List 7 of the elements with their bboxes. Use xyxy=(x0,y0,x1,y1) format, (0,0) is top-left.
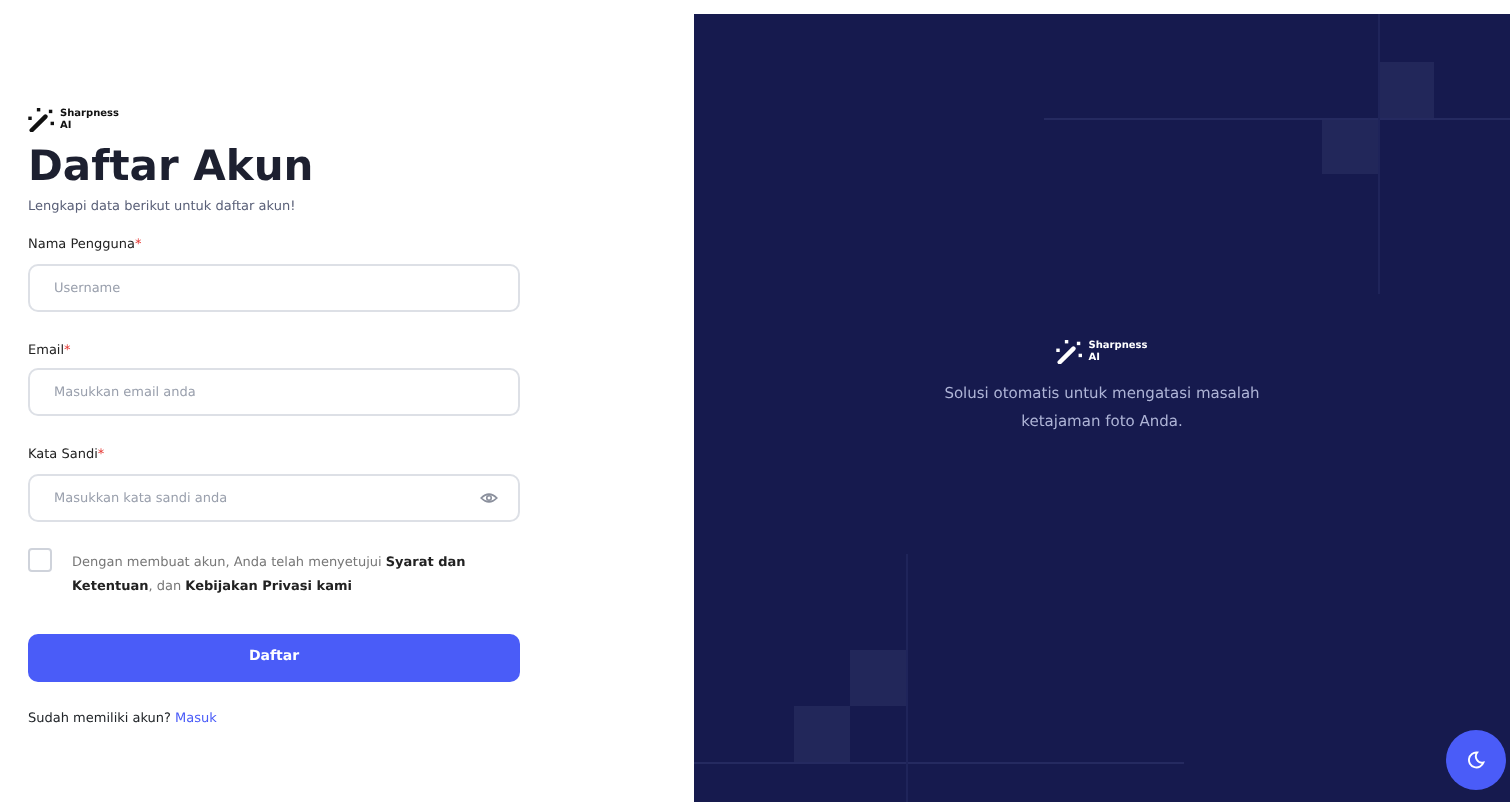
theme-toggle-button[interactable] xyxy=(1446,730,1506,790)
magic-wand-icon xyxy=(28,108,56,132)
eye-icon[interactable] xyxy=(480,492,498,505)
magic-wand-icon xyxy=(1056,339,1085,364)
page-title: Daftar Akun xyxy=(28,144,316,191)
moon-icon xyxy=(1466,750,1486,770)
checkbox[interactable] xyxy=(28,548,52,573)
